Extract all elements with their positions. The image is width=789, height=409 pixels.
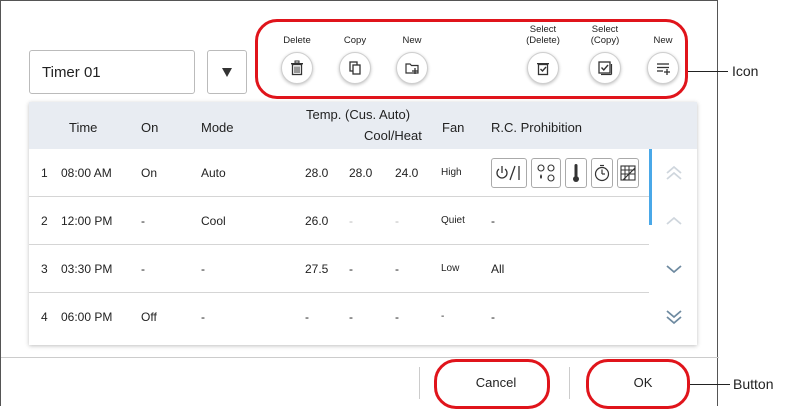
timer-name-field[interactable]: Timer 01 [29, 50, 195, 94]
row-number: 4 [41, 310, 48, 324]
double-chevron-up-icon [666, 165, 682, 180]
row-fan: High [441, 167, 462, 178]
icon-highlight-frame [255, 19, 688, 99]
row-temp-cool: - [349, 310, 353, 324]
timer-icon [591, 158, 613, 188]
row-temp-cool: - [349, 214, 353, 228]
scroll-up-button[interactable] [659, 197, 689, 245]
row-temp-auto: 26.0 [305, 214, 329, 228]
row-fan: Low [441, 263, 460, 274]
row-temp-heat: - [395, 214, 399, 228]
filter-icon [617, 158, 639, 188]
scroll-top-button[interactable] [659, 149, 689, 197]
col-rc-prohibition: R.C. Prohibition [491, 120, 583, 135]
footer-separator [419, 367, 420, 399]
button-callout-label: Button [733, 376, 774, 392]
row-temp-cool: - [349, 262, 353, 276]
col-mode: Mode [201, 120, 234, 135]
table-row[interactable]: 4 06:00 PM Off - - - - - - [29, 293, 649, 341]
table-row[interactable]: 3 03:30 PM - - 27.5 - - Low All [29, 245, 649, 293]
row-temp-heat: 24.0 [395, 166, 419, 180]
row-fan: Quiet [441, 215, 465, 226]
row-temp-auto: 28.0 [305, 166, 329, 180]
triangle-down-icon [222, 68, 232, 77]
double-chevron-down-icon [666, 310, 682, 325]
timer-dropdown-button[interactable] [207, 50, 247, 94]
icon-callout-line [688, 71, 728, 72]
schedule-table: Time On Mode Temp. (Cus. Auto) Cool/Heat… [29, 102, 697, 345]
col-time: Time [69, 120, 98, 135]
row-temp-heat: - [395, 262, 399, 276]
row-time: 03:30 PM [61, 262, 113, 276]
row-on: - [141, 214, 145, 228]
table-header: Time On Mode Temp. (Cus. Auto) Cool/Heat… [29, 102, 697, 149]
chevron-down-icon [666, 265, 682, 274]
row-temp-auto: - [305, 310, 309, 324]
table-row[interactable]: 1 08:00 AM On Auto 28.0 28.0 24.0 High [29, 149, 649, 197]
row-mode: - [201, 262, 205, 276]
row-on: - [141, 262, 145, 276]
row-fan: - [441, 311, 445, 322]
row-time: 12:00 PM [61, 214, 113, 228]
row-mode: Cool [201, 214, 226, 228]
footer-separator [569, 367, 570, 399]
col-cool-heat: Cool/Heat [364, 128, 422, 143]
mode-icon [531, 158, 561, 188]
col-temp: Temp. (Cus. Auto) [306, 107, 411, 122]
power-onoff-icon [491, 158, 527, 188]
row-on: On [141, 166, 158, 180]
row-rc: - [491, 214, 495, 228]
row-temp-heat: - [395, 310, 399, 324]
ok-highlight-frame [586, 359, 690, 409]
icon-callout-label: Icon [732, 63, 759, 79]
scroll-bottom-button[interactable] [659, 293, 689, 341]
row-number: 2 [41, 214, 48, 228]
row-time: 06:00 PM [61, 310, 113, 324]
rc-prohibition-icons [491, 158, 639, 188]
row-temp-auto: 27.5 [305, 262, 329, 276]
row-time: 08:00 AM [61, 166, 112, 180]
chevron-up-icon [666, 216, 682, 225]
col-on: On [141, 120, 159, 135]
row-number: 3 [41, 262, 48, 276]
row-on: Off [141, 310, 157, 324]
row-rc: - [491, 310, 495, 324]
row-mode: Auto [201, 166, 226, 180]
scroll-indicator[interactable] [649, 149, 652, 225]
table-row[interactable]: 2 12:00 PM - Cool 26.0 - - Quiet - [29, 197, 649, 245]
row-number: 1 [41, 166, 48, 180]
thermometer-icon [565, 158, 587, 188]
row-temp-cool: 28.0 [349, 166, 373, 180]
col-fan: Fan [442, 120, 465, 135]
row-mode: - [201, 310, 205, 324]
row-rc: All [491, 262, 505, 276]
cancel-highlight-frame [434, 359, 550, 409]
button-callout-line [690, 384, 730, 385]
scroll-down-button[interactable] [659, 245, 689, 293]
